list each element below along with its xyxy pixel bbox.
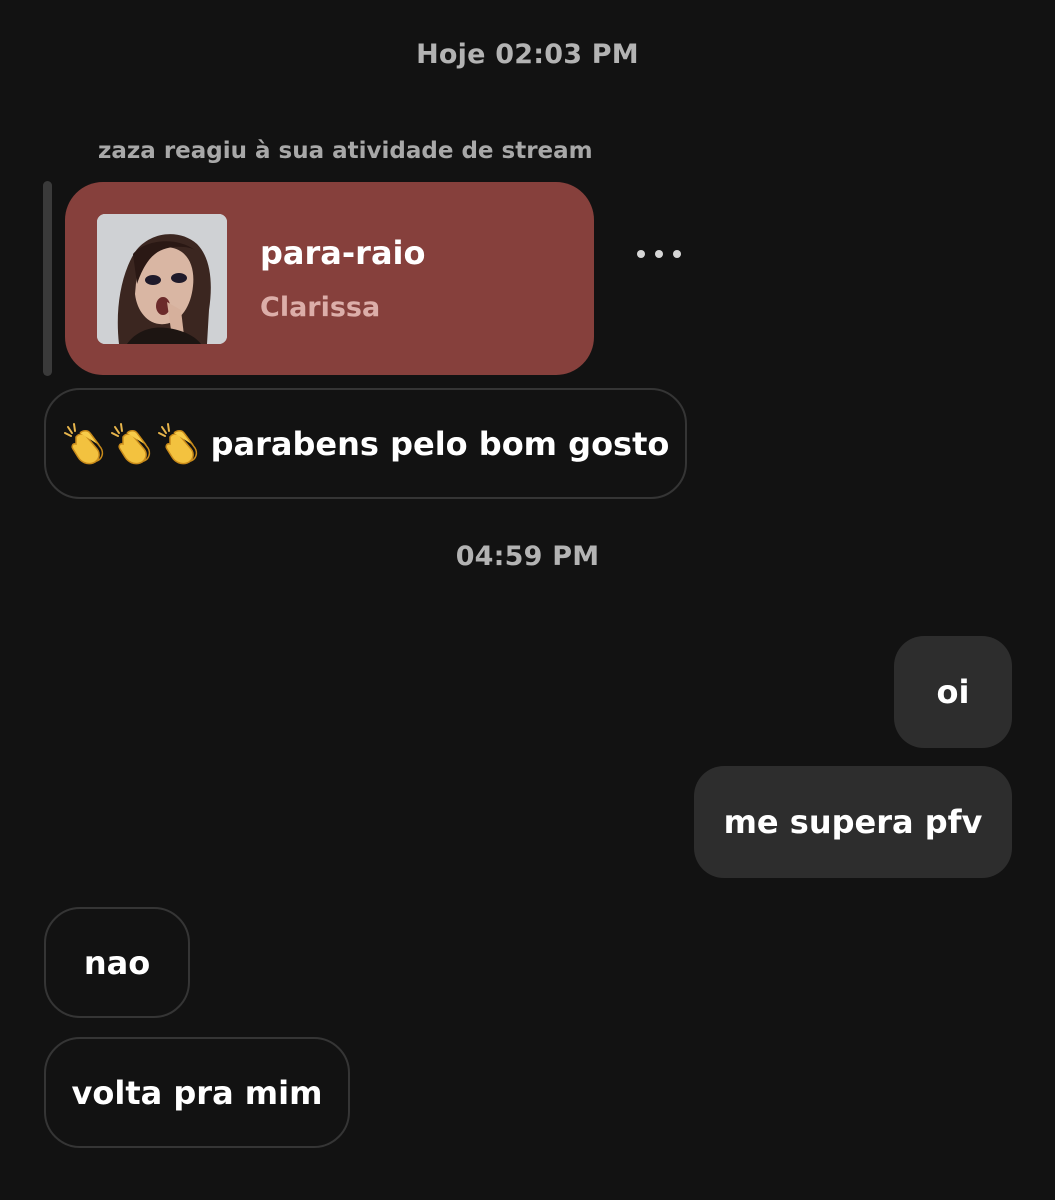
message-bubble-received[interactable]: parabens pelo bom gosto [44,388,687,499]
clapping-hands-icon [109,421,155,467]
message-bubble-received[interactable]: volta pra mim [44,1037,350,1148]
track-artist: Clarissa [260,292,381,323]
message-text: me supera pfv [723,803,983,841]
clapping-hands-icon [62,421,108,467]
message-bubble-sent[interactable]: oi [894,636,1012,748]
clapping-hands-icon [156,421,202,467]
more-dot [637,250,645,258]
reaction-label: zaza reagiu à sua atividade de stream [98,138,593,164]
message-bubble-sent[interactable]: me supera pfv [694,766,1012,878]
more-options-icon[interactable] [626,238,692,270]
emoji-group [62,421,203,467]
message-text: parabens pelo bom gosto [210,424,670,463]
timestamp-header: Hoje 02:03 PM [416,39,639,70]
message-text: volta pra mim [71,1073,323,1112]
message-text: nao [83,943,151,982]
message-text: oi [936,673,970,711]
track-title: para-raio [260,234,426,272]
album-cover-image [97,214,227,344]
timestamp-header: 04:59 PM [455,541,600,572]
more-dot [655,250,663,258]
message-bubble-received[interactable]: nao [44,907,190,1018]
more-dot [673,250,681,258]
reply-indicator-bar [43,181,52,376]
stream-activity-card[interactable]: para-raio Clarissa [65,182,594,375]
